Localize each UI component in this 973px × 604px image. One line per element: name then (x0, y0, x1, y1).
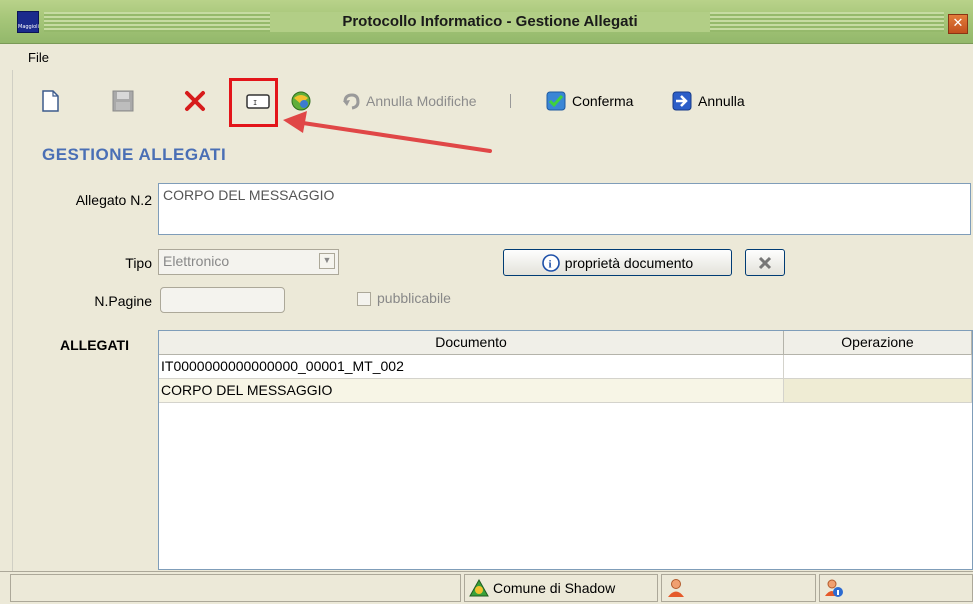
app-logo-icon: Maggioli (17, 11, 39, 33)
cancel-button[interactable]: Annulla (672, 88, 745, 114)
user-info-icon (825, 579, 843, 597)
allegati-label: ALLEGATI (60, 337, 129, 353)
annotation-arrow-icon (283, 111, 492, 153)
tipo-select[interactable]: Elettronico ▼ (158, 249, 339, 275)
check-icon (546, 91, 566, 111)
delete-icon (185, 91, 205, 111)
save-button[interactable] (112, 88, 134, 114)
comune-icon (469, 578, 489, 597)
npagine-field[interactable] (160, 287, 285, 313)
section-title: GESTIONE ALLEGATI (42, 145, 227, 164)
window-title: Protocollo Informatico - Gestione Allega… (270, 12, 710, 32)
tipo-select-value: Elettronico (163, 253, 230, 269)
comune-label: Comune di Shadow (493, 580, 616, 596)
title-bar: Maggioli Protocollo Informatico - Gestio… (0, 0, 973, 44)
new-document-icon (42, 90, 59, 112)
close-button[interactable]: ✕ (948, 14, 968, 34)
pubblicabile-checkbox[interactable] (357, 292, 371, 306)
info-icon: i (541, 253, 560, 272)
status-bar: Comune di Shadow (0, 571, 973, 604)
npagine-label: N.Pagine (94, 293, 152, 309)
svg-text:i: i (548, 258, 551, 270)
cell-operazione[interactable] (784, 379, 972, 403)
cancel-label: Annulla (698, 93, 745, 109)
table-row[interactable]: IT0000000000000000_00001_MT_002 (159, 355, 972, 379)
clear-button[interactable] (745, 249, 785, 276)
arrow-right-icon (672, 91, 692, 111)
chevron-down-icon[interactable]: ▼ (319, 253, 335, 269)
confirm-label: Conferma (572, 93, 634, 109)
save-icon (112, 90, 134, 112)
pubblicabile-label: pubblicabile (377, 290, 451, 306)
column-header-documento[interactable]: Documento (159, 331, 784, 355)
status-panel-comune: Comune di Shadow (464, 574, 658, 602)
user-icon (668, 579, 684, 597)
tipo-label: Tipo (125, 255, 152, 271)
column-header-operazione[interactable]: Operazione (784, 331, 972, 355)
toolbar-separator (510, 94, 511, 108)
cell-documento[interactable]: IT0000000000000000_00001_MT_002 (159, 355, 784, 379)
attachments-table: Documento Operazione IT0000000000000000_… (158, 330, 973, 570)
allegato-field[interactable]: CORPO DEL MESSAGGIO (158, 183, 971, 235)
cell-operazione[interactable] (784, 355, 972, 379)
document-properties-label: proprietà documento (564, 254, 694, 271)
new-button[interactable] (40, 88, 60, 114)
confirm-button[interactable]: Conferma (546, 88, 633, 114)
clear-x-icon (758, 256, 772, 269)
status-panel-user (661, 574, 816, 602)
highlight-box (229, 78, 278, 127)
menu-file[interactable]: File (28, 50, 49, 65)
table-row-selected[interactable]: CORPO DEL MESSAGGIO (159, 379, 972, 403)
allegato-label: Allegato N.2 (75, 192, 152, 208)
status-panel-main (10, 574, 461, 602)
document-properties-button[interactable]: i proprietà documento (503, 249, 732, 276)
menu-bar: File (12, 44, 973, 70)
delete-button[interactable] (184, 88, 206, 114)
status-panel-user-info (819, 574, 973, 602)
cell-documento[interactable]: CORPO DEL MESSAGGIO (159, 379, 784, 403)
app-logo-text: Maggioli (18, 24, 39, 30)
